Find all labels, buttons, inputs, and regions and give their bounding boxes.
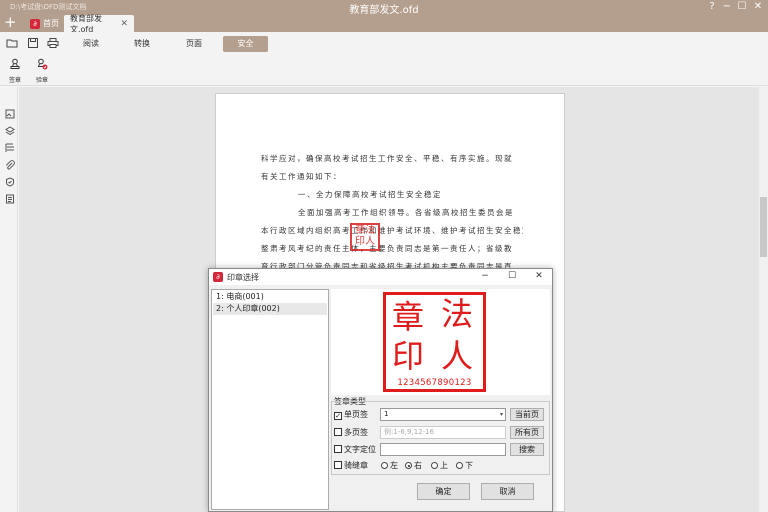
checkbox-unchecked (334, 461, 342, 469)
doc-line: 科学应对，确保高校考试招生工作安全、平稳、有序实施。现就 (261, 154, 513, 163)
minimize-button[interactable]: − (720, 1, 734, 12)
radio-bottom[interactable]: 下 (456, 459, 473, 472)
ok-button[interactable]: 确定 (417, 483, 470, 500)
attachment-icon[interactable] (4, 160, 15, 171)
checkbox-unchecked (334, 428, 342, 436)
all-pages-button[interactable]: 所有页 (510, 426, 544, 439)
text-locate-label: 文字定位 (344, 445, 376, 454)
sign-stamp-button[interactable]: 签章 (5, 58, 25, 84)
menu-convert[interactable]: 转换 (124, 36, 160, 52)
seal-select-dialog: ∂ 印章选择 − ☐ ✕ 1: 电商(001) 2: 个人印章(002) 章 法… (208, 268, 553, 512)
doc-line: 一、全力保障高校考试招生安全稳定 (298, 190, 442, 199)
seal-number: 1234567890123 (397, 378, 472, 388)
riding-seal-options: 左 右 上 下 (381, 459, 491, 472)
seal-char: 法 (441, 295, 474, 333)
cancel-button[interactable]: 取消 (481, 483, 534, 500)
menu-page[interactable]: 页面 (176, 36, 212, 52)
seal-char: 人 (441, 337, 474, 375)
chevron-down-icon: ▾ (499, 411, 503, 418)
radio-top[interactable]: 上 (431, 459, 448, 472)
multi-page-checkbox[interactable]: 多页签 (334, 426, 368, 439)
seal-char: 印 (392, 337, 425, 375)
dialog-title-bar: ∂ 印章选择 − ☐ ✕ (209, 269, 552, 285)
multi-page-input[interactable]: 例:1-6,9,12-16 (380, 426, 506, 439)
dialog-minimize-button[interactable]: − (479, 271, 491, 281)
riding-seal-checkbox[interactable]: 骑缝章 (334, 459, 368, 472)
single-page-value: 1 (384, 410, 389, 418)
close-tab-icon[interactable]: ✕ (120, 19, 128, 29)
checkbox-unchecked (334, 445, 342, 453)
seal-item-selected[interactable]: 2: 个人印章(002) (213, 303, 327, 315)
app-logo-icon: ∂ (30, 18, 40, 29)
checkbox-checked: ✓ (334, 412, 342, 420)
layers-icon[interactable] (4, 126, 15, 137)
outline-icon[interactable] (4, 143, 15, 154)
radio-right[interactable]: 右 (405, 459, 422, 472)
seal-item[interactable]: 1: 电商(001) (213, 291, 327, 303)
app-logo-icon: ∂ (213, 272, 223, 282)
menu-security[interactable]: 安全 (223, 36, 268, 52)
riding-seal-label: 骑缝章 (344, 461, 368, 470)
scrollbar-thumb[interactable] (760, 197, 767, 257)
verify-stamp-button[interactable]: 验章 (32, 58, 52, 84)
maximize-button[interactable]: ☐ (735, 1, 749, 12)
single-page-label: 单页签 (344, 410, 368, 419)
left-sidebar (0, 87, 18, 512)
doc-line: 有关工作通知如下： (261, 172, 342, 181)
print-icon[interactable] (46, 37, 60, 51)
vertical-scrollbar[interactable] (759, 87, 768, 512)
open-folder-icon[interactable] (5, 37, 19, 51)
single-page-select[interactable]: 1 ▾ (380, 408, 506, 421)
verify-stamp-label: 验章 (35, 77, 48, 84)
menu-read[interactable]: 阅读 (73, 36, 109, 52)
radio-left[interactable]: 左 (381, 459, 398, 472)
sign-stamp-label: 签章 (8, 77, 21, 84)
close-window-button[interactable]: ✕ (751, 1, 765, 12)
multi-page-label: 多页签 (344, 428, 368, 437)
tab-home-label: 首页 (43, 19, 59, 28)
dialog-maximize-button[interactable]: ☐ (506, 271, 518, 281)
seal-preview-stamp: 章 法 印 人 1234567890123 (383, 292, 486, 392)
search-button[interactable]: 搜索 (510, 443, 544, 456)
doc-line: 本行政区域内组织高考工作和维护考试环境、维护考试招生安全稳定、 (261, 226, 523, 235)
verify-stamp-icon (32, 58, 52, 74)
seal-preview: 章 法 印 人 1234567890123 (331, 289, 550, 395)
seal-list: 1: 电商(001) 2: 个人印章(002) (211, 289, 329, 510)
current-page-button[interactable]: 当前页 (510, 408, 544, 421)
annotation-list-icon[interactable] (4, 194, 15, 205)
tab-home[interactable]: ∂ 首页 (24, 15, 65, 32)
tab-bar: + ∂ 首页 教育部发文.ofd ✕ (0, 14, 768, 34)
text-locate-input[interactable] (380, 443, 506, 456)
doc-line: 整肃考风考纪的责任主体，主要负责同志是第一责任人；省级教 (261, 244, 513, 253)
save-icon[interactable] (26, 37, 40, 51)
seal-char: 章 (392, 298, 425, 336)
new-tab-button[interactable]: + (4, 14, 17, 30)
single-page-checkbox[interactable]: ✓ 单页签 (334, 408, 368, 421)
thumbnail-icon[interactable] (4, 109, 15, 120)
help-icon[interactable]: ? (705, 1, 719, 12)
dialog-close-button[interactable]: ✕ (533, 271, 545, 281)
doc-line: 全面加强高考工作组织领导。各省级高校招生委员会是 (298, 208, 514, 217)
tab-document[interactable]: 教育部发文.ofd ✕ (64, 14, 134, 34)
text-locate-checkbox[interactable]: 文字定位 (334, 443, 376, 456)
dialog-title: 印章选择 (227, 273, 259, 282)
signature-panel-icon[interactable] (4, 177, 15, 188)
toolbar: 阅读 转换 页面 安全 签章 验章 (0, 32, 768, 86)
sign-stamp-icon (5, 58, 25, 74)
placed-stamp[interactable]: 章法 印人 (350, 223, 380, 251)
